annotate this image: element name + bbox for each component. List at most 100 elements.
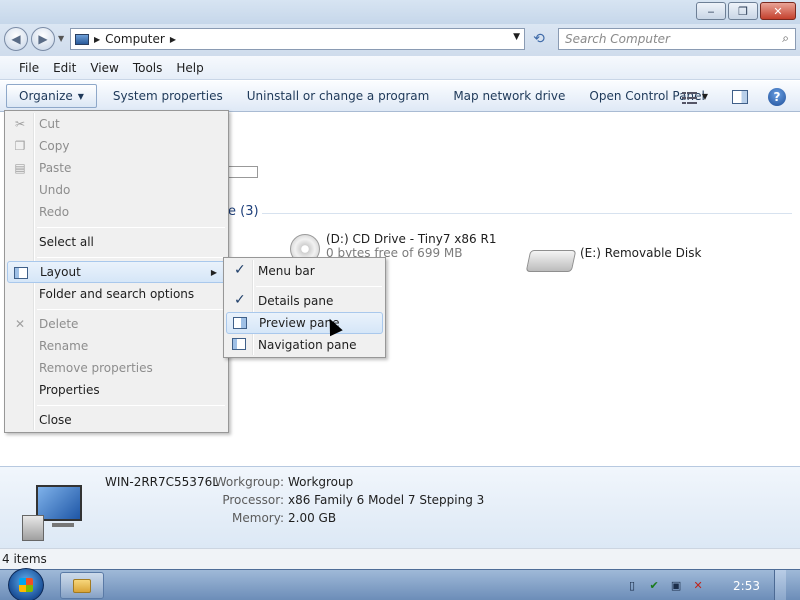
menu-item-label: Folder and search options [39, 287, 195, 301]
preview-pane-icon [233, 317, 247, 329]
menu-item-label: Redo [39, 205, 70, 219]
show-desktop-button[interactable] [774, 570, 786, 600]
change-view-icon[interactable] [681, 90, 698, 104]
removable-disk-icon [525, 250, 577, 272]
menu-item-label: Remove properties [39, 361, 153, 375]
recent-pages-dropdown[interactable]: ▼ [58, 34, 64, 43]
status-bar: 4 items [0, 548, 800, 569]
menu-separator [37, 257, 225, 258]
menu-item-undo[interactable]: Undo [7, 179, 226, 201]
refresh-icon: ⟲ [533, 31, 545, 47]
submenu-item-label: Menu bar [258, 264, 315, 278]
organize-menu: ✂ Cut ❐ Copy ▤ Paste Undo Redo Select al… [4, 110, 229, 433]
checkmark-icon: ✓ [234, 262, 246, 278]
menu-item-properties[interactable]: Properties [7, 379, 226, 401]
menu-item-label: Copy [39, 139, 70, 153]
search-icon[interactable]: ⌕ [782, 31, 789, 46]
organize-button[interactable]: Organize ▼ [6, 84, 97, 108]
menu-item-label: Delete [39, 317, 79, 331]
menu-separator [37, 309, 225, 310]
processor-label: Processor: [222, 493, 284, 507]
item-count: 4 items [2, 552, 47, 566]
drive-item-removable[interactable]: (E:) Removable Disk [525, 246, 702, 272]
back-button[interactable]: ◀ [4, 27, 28, 51]
submenu-item-details-pane[interactable]: ✓ Details pane [226, 290, 383, 312]
volume-muted-icon[interactable]: ✕ [691, 579, 705, 593]
scissors-icon: ✂ [14, 117, 26, 131]
minimize-button[interactable]: ‒ [696, 2, 726, 20]
address-dropdown-icon[interactable]: ▼ [513, 32, 520, 42]
chevron-down-icon: ▼ [77, 91, 84, 101]
menu-item-paste[interactable]: ▤ Paste [7, 157, 226, 179]
menu-help[interactable]: Help [169, 61, 210, 75]
system-tray: ▯ ✔ ▣ ✕ 2:53 [625, 570, 800, 600]
group-header-removable-storage[interactable]: e (3) [228, 204, 259, 219]
uninstall-program-button[interactable]: Uninstall or change a program [235, 84, 442, 108]
network-icon[interactable]: ▣ [669, 579, 683, 593]
menu-item-remove-properties[interactable]: Remove properties [7, 357, 226, 379]
checkmark-icon: ✓ [234, 292, 246, 308]
search-box[interactable]: ⌕ [558, 28, 796, 50]
forward-button[interactable]: ▶ [31, 27, 55, 51]
memory-label: Memory: [232, 511, 284, 525]
menu-item-close[interactable]: Close [7, 409, 226, 431]
address-bar[interactable]: ▶ Computer ▶ ▼ [70, 28, 525, 50]
layout-icon [14, 266, 28, 280]
menu-item-rename[interactable]: Rename [7, 335, 226, 357]
menu-item-delete[interactable]: ✕ Delete [7, 313, 226, 335]
menu-item-label: Rename [39, 339, 89, 353]
taskbar-explorer-button[interactable] [60, 572, 104, 599]
menu-separator [37, 227, 225, 228]
taskbar: ▯ ✔ ▣ ✕ 2:53 [0, 568, 800, 600]
group-divider [262, 213, 792, 214]
window-controls: ‒ ❐ ✕ [696, 2, 796, 20]
menu-view[interactable]: View [83, 61, 125, 75]
clock[interactable]: 2:53 [733, 579, 760, 593]
breadcrumb-arrow-icon[interactable]: ▶ [94, 35, 100, 44]
breadcrumb-arrow-icon[interactable]: ▶ [170, 35, 176, 44]
drive-name: (D:) CD Drive - Tiny7 x86 R1 [326, 232, 497, 246]
workgroup-value: Workgroup [288, 475, 354, 489]
menu-item-label: Select all [39, 235, 94, 249]
menu-item-layout[interactable]: Layout ▶ [7, 261, 226, 283]
menu-item-redo[interactable]: Redo [7, 201, 226, 223]
close-window-button[interactable]: ✕ [760, 2, 796, 20]
search-input[interactable] [565, 32, 765, 46]
delete-icon: ✕ [14, 317, 26, 331]
forward-arrow-icon: ▶ [38, 32, 48, 46]
folder-icon [73, 578, 91, 593]
menu-item-copy[interactable]: ❐ Copy [7, 135, 226, 157]
menu-bar: File Edit View Tools Help [0, 56, 800, 80]
submenu-item-navigation-pane[interactable]: Navigation pane [226, 334, 383, 356]
preview-pane-toggle-icon[interactable] [732, 89, 748, 104]
submenu-item-label: Details pane [258, 294, 334, 308]
refresh-button[interactable]: ⟲ [528, 28, 550, 50]
menu-file[interactable]: File [12, 61, 46, 75]
start-button[interactable] [8, 568, 44, 600]
copy-icon: ❐ [14, 139, 26, 153]
menu-item-label: Cut [39, 117, 60, 131]
menu-separator [256, 286, 382, 287]
breadcrumb-computer[interactable]: Computer [105, 32, 165, 46]
menu-item-folder-search-options[interactable]: Folder and search options [7, 283, 226, 305]
map-network-drive-button[interactable]: Map network drive [441, 84, 577, 108]
menu-item-cut[interactable]: ✂ Cut [7, 113, 226, 135]
partially-hidden-progress-bar [228, 166, 258, 178]
system-properties-button[interactable]: System properties [101, 84, 235, 108]
help-icon[interactable]: ? [768, 87, 786, 106]
workgroup-label: Workgroup: [214, 475, 284, 489]
organize-label: Organize [19, 89, 73, 103]
menu-item-select-all[interactable]: Select all [7, 231, 226, 253]
maximize-button[interactable]: ❐ [728, 2, 758, 20]
menu-item-label: Paste [39, 161, 72, 175]
security-shield-icon[interactable]: ✔ [647, 579, 661, 593]
navigation-pane-icon [232, 338, 246, 350]
drive-name: (E:) Removable Disk [580, 246, 702, 260]
submenu-item-menu-bar[interactable]: ✓ Menu bar [226, 260, 383, 282]
menu-edit[interactable]: Edit [46, 61, 83, 75]
command-bar: Organize ▼ System properties Uninstall o… [0, 81, 800, 112]
submenu-item-preview-pane[interactable]: Preview pane [226, 312, 383, 334]
action-center-icon[interactable]: ▯ [625, 579, 639, 593]
view-options-dropdown-icon[interactable]: ▼ [702, 92, 708, 101]
menu-tools[interactable]: Tools [126, 61, 170, 75]
